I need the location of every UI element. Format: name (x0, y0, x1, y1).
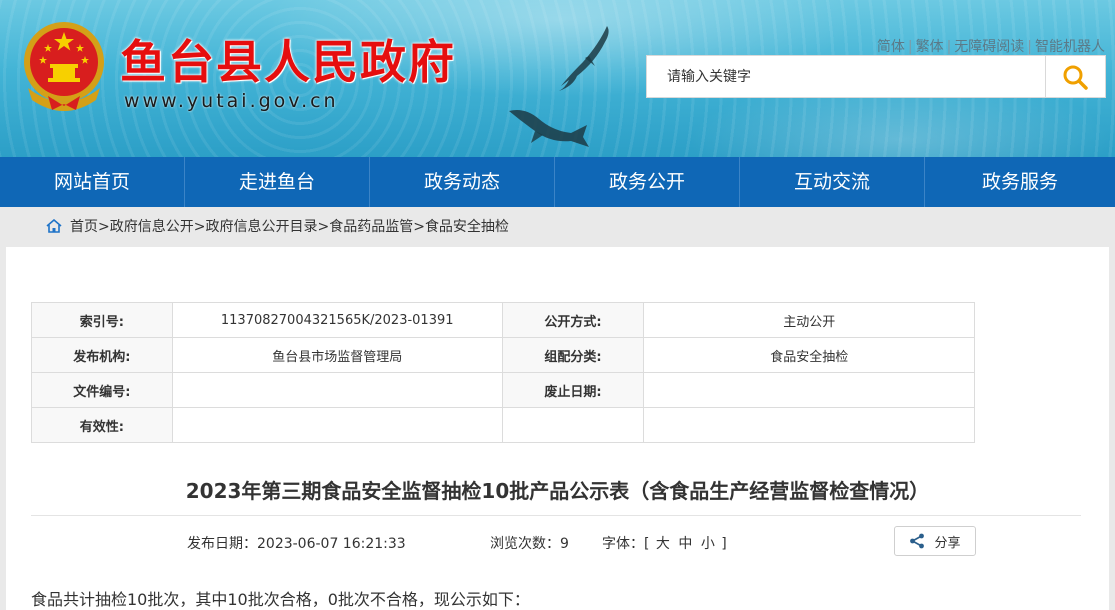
breadcrumb-gov-info-catalog[interactable]: 政府信息公开目录 (205, 219, 317, 235)
disclosure-method-value: 主动公开 (643, 302, 975, 338)
share-label: 分享 (934, 535, 961, 551)
category-value: 食品安全抽检 (643, 337, 975, 373)
divider (31, 515, 1081, 516)
font-size-large-button[interactable]: 大 (654, 536, 672, 552)
view-count-label: 浏览次数： (490, 536, 560, 552)
separator: | (946, 39, 952, 55)
metadata-table: 索引号: 11370827004321565K/2023-01391 公开方式:… (31, 302, 975, 443)
view-count-value: 9 (560, 536, 569, 552)
font-size-medium-button[interactable]: 中 (676, 536, 694, 552)
font-size-label: 字体：[ (602, 536, 650, 552)
breadcrumb-gov-info[interactable]: 政府信息公开 (110, 219, 194, 235)
expiry-date-value (643, 372, 975, 408)
breadcrumb-separator: > (413, 219, 425, 235)
simplified-chinese-link[interactable]: 简体 (877, 39, 905, 55)
search-input[interactable] (646, 55, 1046, 98)
publish-date-value: 2023-06-07 16:21:33 (257, 536, 406, 552)
site-header: 鱼台县人民政府 www.yutai.gov.cn 简体 | 繁体 | 无障碍阅读 | 智能机… (0, 0, 1115, 157)
table-row: 索引号: 11370827004321565K/2023-01391 公开方式:… (31, 302, 975, 338)
validity-label: 有效性: (31, 407, 173, 443)
publish-date-label: 发布日期： (187, 536, 257, 552)
breadcrumb-food-safety[interactable]: 食品安全抽检 (425, 219, 509, 235)
document-no-label: 文件编号: (31, 372, 173, 408)
search-button[interactable] (1046, 55, 1106, 98)
traditional-chinese-link[interactable]: 繁体 (916, 39, 944, 55)
breadcrumb-separator: > (317, 219, 330, 235)
article-title: 2023年第三期食品安全监督抽检10批产品公示表（含食品生产经营监督检查情况） (185, 479, 930, 503)
breadcrumb-separator: > (98, 219, 110, 235)
disclosure-method-label: 公开方式: (501, 302, 645, 338)
separator: | (907, 39, 913, 55)
national-emblem-icon (24, 22, 104, 111)
document-no-value (171, 372, 503, 408)
article-intro: 食品共计抽检10批次，其中10批次合格，0批次不合格，现公示如下： (31, 590, 530, 609)
publish-date: 发布日期：2023-06-07 16:21:33 (187, 533, 406, 553)
share-icon (910, 533, 925, 549)
table-row: 发布机构: 鱼台县市场监督管理局 组配分类: 食品安全抽检 (31, 337, 975, 373)
search-icon (1063, 65, 1088, 90)
site-url: www.yutai.gov.cn (124, 90, 339, 112)
publisher-value: 鱼台县市场监督管理局 (171, 337, 503, 373)
expiry-date-label: 废止日期: (501, 372, 645, 408)
breadcrumb: 首页>政府信息公开>政府信息公开目录>食品药品监管>食品安全抽检 (0, 207, 1115, 247)
nav-item-home[interactable]: 网站首页 (0, 157, 185, 207)
empty-cell (643, 407, 975, 443)
empty-cell (501, 407, 645, 443)
font-size-small-button[interactable]: 小 (699, 536, 717, 552)
main-nav: 网站首页 走进鱼台 政务动态 政务公开 互动交流 政务服务 (0, 157, 1115, 207)
nav-item-public-info[interactable]: 政务公开 (555, 157, 740, 207)
breadcrumb-home[interactable]: 首页 (70, 219, 98, 235)
category-label: 组配分类: (501, 337, 645, 373)
fish-decoration-icon (509, 110, 589, 147)
article-content: 索引号: 11370827004321565K/2023-01391 公开方式:… (6, 247, 1109, 610)
nav-item-news[interactable]: 政务动态 (370, 157, 555, 207)
share-button[interactable]: 分享 (894, 526, 976, 556)
home-icon (46, 218, 62, 233)
index-no-value: 11370827004321565K/2023-01391 (171, 302, 503, 338)
publisher-label: 发布机构: (31, 337, 173, 373)
nav-item-about[interactable]: 走进鱼台 (185, 157, 370, 207)
table-row: 有效性: (31, 407, 975, 443)
separator: | (1027, 39, 1032, 55)
accessibility-link[interactable]: 无障碍阅读 (954, 39, 1024, 55)
validity-value (171, 407, 503, 443)
index-no-label: 索引号: (31, 302, 173, 338)
site-title: 鱼台县人民政府 (120, 35, 456, 89)
breadcrumb-food-drug[interactable]: 食品药品监管 (329, 219, 413, 235)
top-links: 简体 | 繁体 | 无障碍阅读 | 智能机器人 (877, 36, 1105, 56)
smart-robot-link[interactable]: 智能机器人 (1035, 39, 1105, 55)
font-size-selector: 字体：[ 大 中 小 ] (602, 533, 727, 553)
nav-item-services[interactable]: 政务服务 (925, 157, 1115, 207)
breadcrumb-separator: > (193, 219, 206, 235)
view-count: 浏览次数：9 (490, 533, 569, 553)
font-size-bracket: ] (721, 536, 727, 552)
table-row: 文件编号: 废止日期: (31, 372, 975, 408)
fish-decoration-icon (559, 26, 609, 91)
nav-item-interaction[interactable]: 互动交流 (740, 157, 925, 207)
